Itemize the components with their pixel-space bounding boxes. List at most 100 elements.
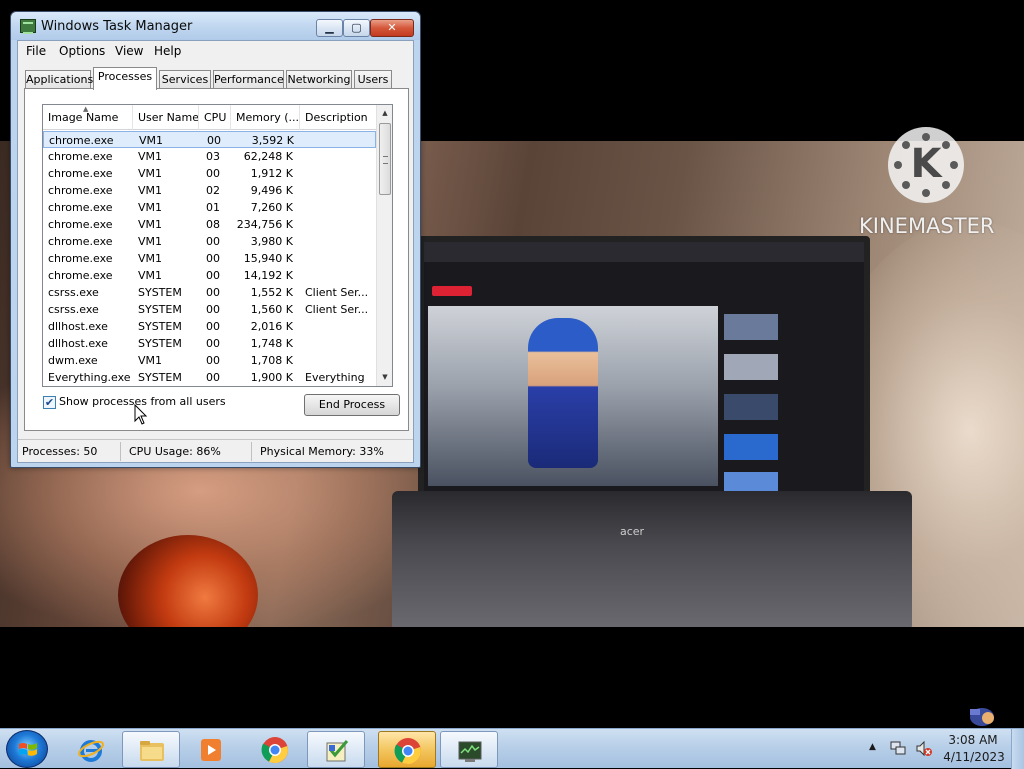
- process-image-name: chrome.exe: [48, 167, 113, 180]
- tab-applications[interactable]: Applications: [25, 70, 93, 89]
- close-button[interactable]: ✕: [370, 19, 414, 37]
- process-cpu: 00: [206, 354, 220, 367]
- column-cpu[interactable]: CPU: [199, 105, 231, 130]
- process-row[interactable]: Everything.exe SYSTEM 00 1,900 K Everything: [43, 369, 376, 386]
- process-user-name: VM1: [138, 252, 163, 265]
- file-explorer-icon: [140, 741, 164, 761]
- status-divider: [120, 442, 121, 461]
- menu-options[interactable]: Options: [59, 44, 105, 58]
- column-description[interactable]: Description: [300, 105, 376, 130]
- title-bar[interactable]: Windows Task Manager ▁ ▢ ✕: [11, 12, 420, 40]
- process-row[interactable]: chrome.exe VM1 03 62,248 K: [43, 148, 376, 165]
- status-cpu-usage: CPU Usage: 86%: [129, 445, 221, 458]
- process-row[interactable]: chrome.exe VM1 00 15,940 K: [43, 250, 376, 267]
- taskbar-chrome-active[interactable]: [378, 731, 436, 768]
- clock-time[interactable]: 3:08 AM: [945, 733, 1001, 747]
- process-image-name: dllhost.exe: [48, 337, 108, 350]
- process-row[interactable]: chrome.exe VM1 01 7,260 K: [43, 199, 376, 216]
- taskbar-file-explorer[interactable]: [122, 731, 180, 768]
- network-icon[interactable]: [890, 740, 906, 756]
- process-user-name: VM1: [138, 201, 163, 214]
- process-memory: 1,748 K: [250, 337, 293, 350]
- video-thumbnail: [724, 314, 778, 340]
- column-memory[interactable]: Memory (...: [231, 105, 300, 130]
- start-button[interactable]: [6, 730, 48, 768]
- taskbar-chrome[interactable]: [246, 731, 304, 768]
- process-row[interactable]: csrss.exe SYSTEM 00 1,560 K Client Ser...: [43, 301, 376, 318]
- process-cpu: 00: [206, 269, 220, 282]
- process-row[interactable]: dllhost.exe SYSTEM 00 2,016 K: [43, 318, 376, 335]
- taskbar-setup-wizard[interactable]: [307, 731, 365, 768]
- process-user-name: VM1: [138, 184, 163, 197]
- tab-performance[interactable]: Performance: [213, 70, 284, 89]
- taskbar-media-player[interactable]: [182, 731, 240, 768]
- process-description: Client Ser...: [305, 286, 369, 299]
- scrollbar-thumb[interactable]: [379, 123, 391, 195]
- desktop-mascot-icon: [970, 708, 994, 726]
- column-user-name[interactable]: User Name: [133, 105, 199, 130]
- process-image-name: Everything.exe: [48, 371, 131, 384]
- video-thumbnail: [724, 394, 778, 420]
- minimize-button[interactable]: ▁: [316, 19, 343, 37]
- end-process-button[interactable]: End Process: [304, 394, 400, 416]
- process-user-name: SYSTEM: [138, 303, 182, 316]
- process-row[interactable]: csrss.exe SYSTEM 00 1,552 K Client Ser...: [43, 284, 376, 301]
- tab-users[interactable]: Users: [354, 70, 392, 89]
- process-user-name: VM1: [139, 134, 164, 147]
- video-laptop-screen: [418, 236, 870, 504]
- task-manager-body: File Options View Help Applications Proc…: [17, 40, 414, 463]
- vertical-scrollbar[interactable]: ▲ ▼: [376, 105, 392, 386]
- show-hidden-icons-icon[interactable]: ▲: [869, 742, 876, 752]
- process-description: Everything: [305, 371, 365, 384]
- process-user-name: VM1: [138, 218, 163, 231]
- task-manager-icon: [20, 19, 36, 34]
- scroll-up-icon[interactable]: ▲: [377, 105, 392, 122]
- process-row[interactable]: chrome.exe VM1 00 3,592 K: [43, 131, 376, 148]
- tab-processes[interactable]: Processes: [93, 67, 157, 90]
- process-row[interactable]: chrome.exe VM1 02 9,496 K: [43, 182, 376, 199]
- volume-muted-icon[interactable]: [915, 740, 933, 757]
- process-cpu: 00: [206, 167, 220, 180]
- status-process-count: Processes: 50: [22, 445, 98, 458]
- task-manager-window[interactable]: Windows Task Manager ▁ ▢ ✕ File Options …: [10, 11, 421, 468]
- video-character: [528, 318, 598, 468]
- process-image-name: chrome.exe: [48, 201, 113, 214]
- process-row[interactable]: dwm.exe VM1 00 1,708 K: [43, 352, 376, 369]
- menu-bar: File Options View Help: [18, 41, 413, 62]
- tab-services[interactable]: Services: [159, 70, 211, 89]
- menu-view[interactable]: View: [115, 44, 143, 58]
- taskbar-internet-explorer[interactable]: [62, 731, 120, 768]
- process-row[interactable]: chrome.exe VM1 00 1,912 K: [43, 165, 376, 182]
- column-image-name[interactable]: ▲ Image Name: [43, 105, 133, 130]
- process-user-name: VM1: [138, 167, 163, 180]
- process-user-name: VM1: [138, 354, 163, 367]
- process-image-name: chrome.exe: [48, 269, 113, 282]
- process-image-name: dllhost.exe: [48, 320, 108, 333]
- kinemaster-watermark: KINEMASTER: [859, 214, 995, 238]
- process-cpu: 03: [206, 150, 220, 163]
- process-row[interactable]: chrome.exe VM1 08 234,756 K: [43, 216, 376, 233]
- process-memory: 1,552 K: [250, 286, 293, 299]
- desktop: acer K KINEMASTER Windows Task Manager ▁…: [0, 0, 1024, 728]
- maximize-button[interactable]: ▢: [343, 19, 370, 37]
- show-all-processes-checkbox[interactable]: ✔: [43, 396, 56, 409]
- process-image-name: chrome.exe: [49, 134, 114, 147]
- process-row[interactable]: chrome.exe VM1 00 3,980 K: [43, 233, 376, 250]
- scroll-down-icon[interactable]: ▼: [377, 369, 392, 386]
- process-user-name: VM1: [138, 269, 163, 282]
- process-row[interactable]: dllhost.exe SYSTEM 00 1,748 K: [43, 335, 376, 352]
- clock-date[interactable]: 4/11/2023: [941, 750, 1007, 764]
- process-memory: 7,260 K: [250, 201, 293, 214]
- window-title: Windows Task Manager: [41, 19, 193, 34]
- taskbar: ▲ 3:08 AM 4/11/2023: [0, 728, 1024, 769]
- process-list[interactable]: ▲ Image Name User Name CPU Memory (... D…: [42, 104, 393, 387]
- task-manager-icon: [458, 741, 482, 762]
- tab-networking[interactable]: Networking: [286, 70, 352, 89]
- taskbar-task-manager[interactable]: [440, 731, 498, 768]
- process-memory: 1,900 K: [250, 371, 293, 384]
- video-youtube-logo: [432, 286, 472, 296]
- menu-help[interactable]: Help: [154, 44, 181, 58]
- menu-file[interactable]: File: [26, 44, 46, 58]
- show-desktop-button[interactable]: [1011, 729, 1024, 769]
- process-row[interactable]: chrome.exe VM1 00 14,192 K: [43, 267, 376, 284]
